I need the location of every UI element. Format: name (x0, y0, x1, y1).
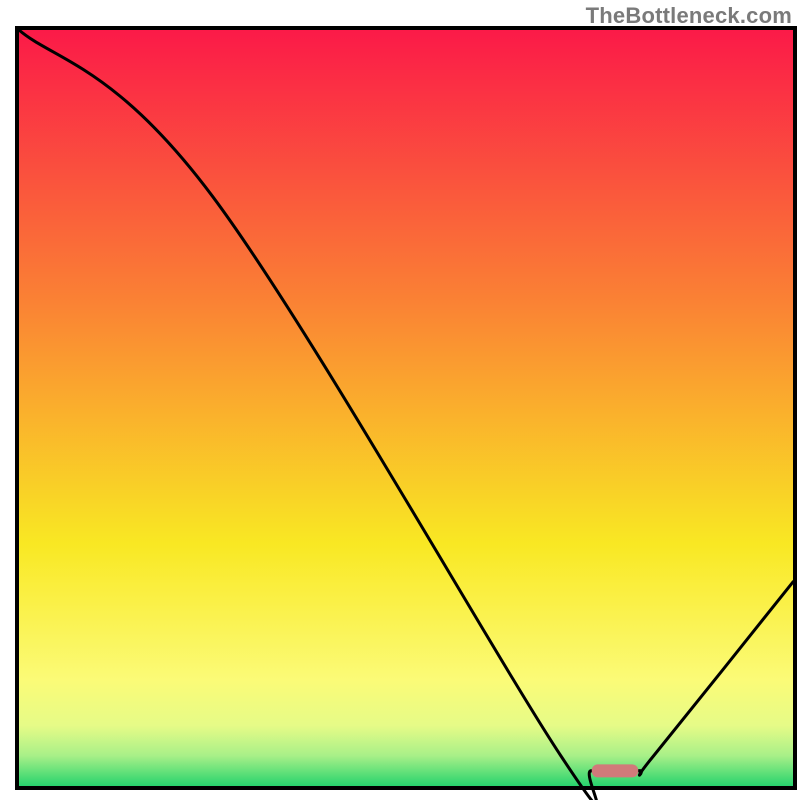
bottleneck-chart (0, 0, 800, 800)
optimal-range-marker (592, 764, 638, 777)
plot-background (19, 30, 793, 786)
chart-frame: TheBottleneck.com (0, 0, 800, 800)
watermark-text: TheBottleneck.com (586, 3, 792, 29)
